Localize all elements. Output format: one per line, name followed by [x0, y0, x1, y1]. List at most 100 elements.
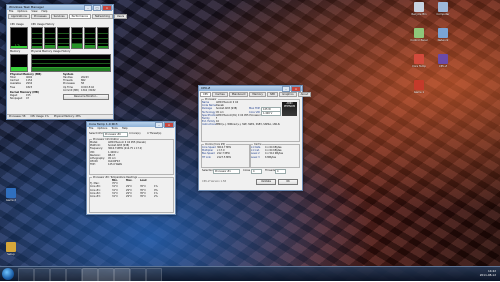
selection-dropdown[interactable]: Processor #1: [213, 169, 240, 174]
taskbar-item-core-temp[interactable]: [114, 268, 130, 282]
core-temp-icon: [414, 54, 424, 64]
menu-file[interactable]: File: [89, 127, 93, 130]
start-button[interactable]: [2, 268, 14, 280]
tab-services[interactable]: Services: [50, 14, 68, 19]
computer-icon: [438, 2, 448, 12]
desktop-icon-recycle-bin[interactable]: Recycle Bin: [408, 2, 430, 16]
menu-options[interactable]: Options: [17, 10, 27, 13]
tab-performance[interactable]: Performance: [68, 14, 92, 19]
menu-options[interactable]: Options: [97, 127, 107, 130]
core-voltage-value: 1.400 V: [261, 111, 281, 116]
close-button[interactable]: ×: [164, 122, 174, 128]
cpu-core-history-graph: [57, 27, 70, 49]
tab-spd[interactable]: SPD: [266, 92, 279, 97]
resource-monitor-button[interactable]: Resource Monitor...: [63, 94, 109, 100]
menu-view[interactable]: View: [31, 10, 37, 13]
taskbar-item-app-1[interactable]: [130, 268, 146, 282]
field-row: TDP: 125.0 Watts: [90, 163, 170, 166]
tab-caches[interactable]: Caches: [212, 92, 228, 97]
taskbar-item-media[interactable]: [50, 268, 66, 282]
desktop-icon-network[interactable]: Network: [432, 28, 454, 42]
system-table: Handles 20243 Threads 862 Processes 58 Up Time…: [63, 76, 107, 92]
cpu-core-history-fill: [58, 46, 69, 48]
control-panel-icon: [414, 28, 424, 38]
cpu-core-history-graph: [70, 27, 83, 49]
menu-tools[interactable]: Tools: [111, 127, 117, 130]
max-tdp-label: Max TDP: [249, 107, 260, 110]
select-cpu-dropdown[interactable]: Processor #0: [103, 132, 128, 137]
tab-applications[interactable]: Applications: [8, 14, 30, 19]
cpuz-titlebar[interactable]: CPU-Z – ×: [199, 86, 302, 92]
field-label: Commit (MB): [63, 88, 79, 92]
tab-mainboard[interactable]: Mainboard: [228, 92, 249, 97]
field-value: 125.0 Watts: [108, 163, 123, 167]
status-processes: Processes: 58: [9, 115, 26, 118]
threads-label: Threads: [265, 169, 276, 172]
cpu-core-history-fill: [84, 45, 95, 48]
menu-file[interactable]: File: [9, 10, 13, 13]
selection-label: Selection: [202, 169, 214, 172]
tab-graphics[interactable]: Graphics: [279, 92, 297, 97]
minimize-button[interactable]: –: [84, 5, 92, 11]
desktop-icon-cpuz[interactable]: CPU-Z: [432, 54, 454, 68]
field-row: Instructions MMX(+), 3DNow!(+), SSE, SSE2…: [202, 123, 280, 126]
menu-help[interactable]: Help: [122, 127, 128, 130]
cache-fields: L1 Data 4 x 64 KBytes L1 Inst. 4 x 64 KByte…: [251, 146, 297, 159]
taskbar-item-cpuz[interactable]: [98, 268, 114, 282]
taskbar-item-app-2[interactable]: [146, 268, 162, 282]
core-temp-titlebar[interactable]: Core Temp 1.0 RC3 – ×: [87, 122, 175, 128]
system-tray-clock[interactable]: 14:22 2011-08-12: [480, 269, 496, 277]
field-value: 1823: [26, 85, 33, 89]
taskbar: 14:22 2011-08-12: [0, 266, 500, 282]
minimize-button[interactable]: –: [155, 122, 163, 128]
field-row: Nonpaged 47: [10, 97, 42, 100]
cpu-usage-label: CPU Usage: [10, 23, 24, 26]
readings-row: Core #3: 31°C 29°C 35°C 2%: [90, 195, 170, 198]
temperature-readings-table: Min. Max. Load Tj. Max: 70°C Core #0: 31°C 29°C…: [90, 179, 170, 198]
cpuz-window[interactable]: CPU-Z – × CPU Caches Mainboard Memory SP…: [198, 85, 312, 191]
taskbar-item-task-manager[interactable]: [82, 268, 98, 282]
taskbar-item-browser[interactable]: [34, 268, 50, 282]
desktop-icon-core-temp[interactable]: Core Temp: [408, 54, 430, 68]
field-label: Level 3: [251, 155, 260, 159]
cores-value: 4: [251, 169, 262, 174]
task-manager-titlebar[interactable]: Windows Task Manager – □ ×: [7, 5, 113, 11]
validate-button[interactable]: Validate: [256, 179, 276, 185]
tab-cpu[interactable]: CPU: [200, 92, 212, 97]
cpu-usage-value: 1 %: [15, 44, 20, 47]
taskbar-item-explorer[interactable]: [18, 268, 34, 282]
memory-gauge: 1.13 GB: [10, 54, 28, 72]
core-temp-window[interactable]: Core Temp 1.0 RC3 – × File Options Tools…: [86, 121, 176, 215]
window-title: CPU-Z: [201, 86, 211, 90]
menu-help[interactable]: Help: [42, 10, 48, 13]
cpu-usage-gauge: 1 %: [10, 27, 28, 49]
field-row: Level 3 6 MBytes: [251, 156, 297, 159]
desktop-icon-setup[interactable]: Setup: [0, 242, 22, 256]
close-button[interactable]: ×: [102, 5, 112, 11]
desktop-icon-control-panel[interactable]: Control Panel: [408, 28, 430, 42]
tab-memory[interactable]: Memory: [249, 92, 266, 97]
field-label: Free: [10, 85, 16, 89]
task-manager-window[interactable]: Windows Task Manager – □ × File Options …: [6, 4, 128, 120]
field-value: 2127.5 MHz: [217, 155, 232, 159]
field-label: Nonpaged: [10, 97, 23, 101]
taskbar-item-folder[interactable]: [66, 268, 82, 282]
desktop-icon-game-2[interactable]: Game 2: [0, 188, 22, 202]
window-title: Core Temp 1.0 RC3: [89, 122, 118, 126]
amd-phenom-logo: AMD PHENOM: [282, 102, 297, 116]
minimize-button[interactable]: –: [282, 86, 290, 92]
desktop-icon-computer[interactable]: Computer: [432, 2, 454, 16]
field-label: HT Link: [202, 155, 211, 159]
maximize-button[interactable]: □: [93, 5, 101, 11]
ok-button[interactable]: OK: [278, 179, 298, 185]
tab-networking[interactable]: Networking: [92, 14, 113, 19]
readings-cell: 29°C: [126, 195, 132, 199]
cpu-core-history-graph: [31, 27, 44, 49]
cpuz-icon: [438, 54, 448, 64]
tab-processes[interactable]: Processes: [30, 14, 50, 19]
tab-users[interactable]: Users: [113, 14, 128, 19]
close-button[interactable]: ×: [291, 86, 301, 92]
tab-about[interactable]: About: [297, 92, 312, 97]
memory-label: Memory: [10, 50, 21, 53]
desktop-icon-game-1[interactable]: Game 1: [408, 80, 430, 94]
